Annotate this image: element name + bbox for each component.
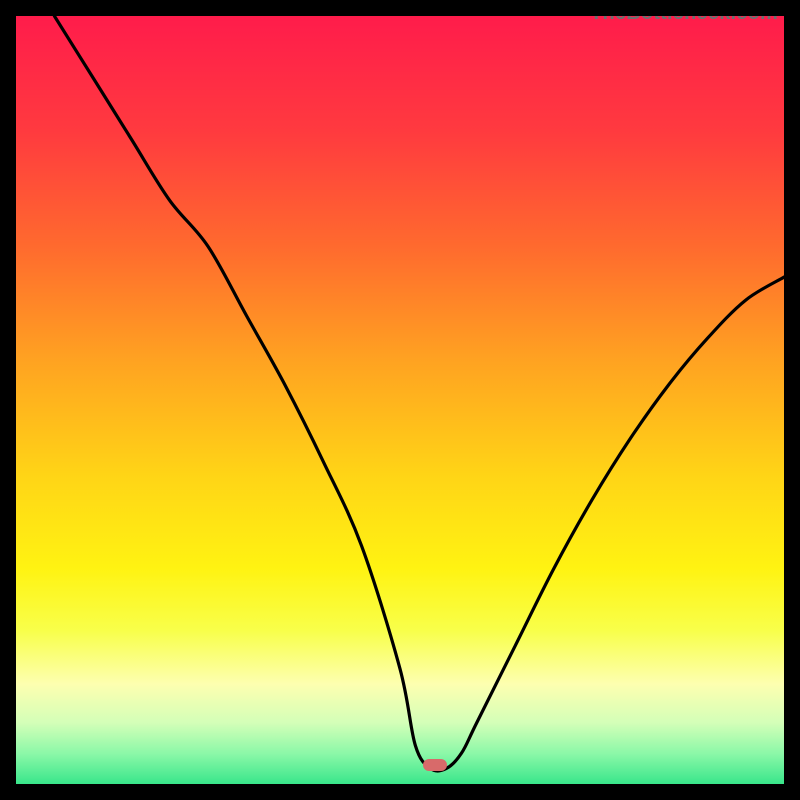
- watermark-text: TheBottleneck.com: [590, 16, 778, 25]
- plot-area: TheBottleneck.com: [16, 16, 784, 784]
- chart-frame: TheBottleneck.com: [0, 0, 800, 800]
- optimal-marker: [423, 759, 447, 771]
- bottleneck-curve: [16, 16, 784, 784]
